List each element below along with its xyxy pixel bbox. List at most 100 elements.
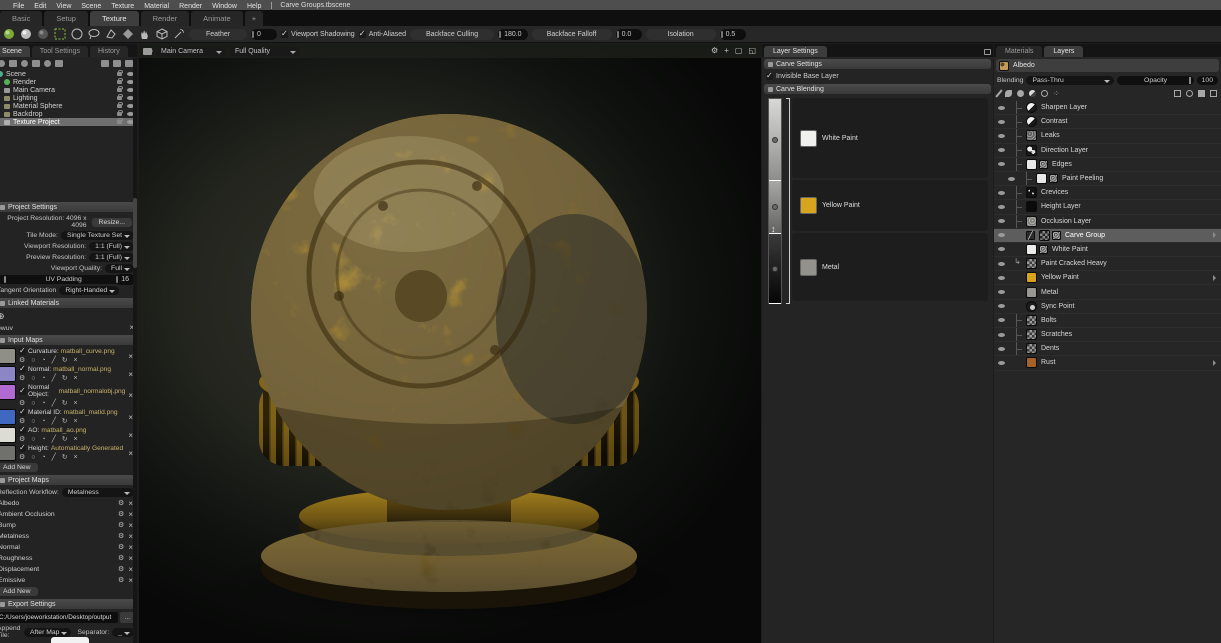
invisible-base-layer-checkbox[interactable]: Invisible Base Layer: [766, 73, 839, 80]
project-map-row[interactable]: Bump ⚙ ×: [0, 520, 137, 531]
input-maps-header[interactable]: Input Maps: [0, 335, 135, 345]
layer-row[interactable]: Dents: [994, 342, 1221, 356]
map-settings-gear-icon[interactable]: ⚙: [118, 500, 124, 507]
menu-item[interactable]: Material: [139, 3, 174, 10]
lock-icon[interactable]: [117, 112, 122, 116]
panel-tab[interactable]: Materials: [996, 46, 1042, 57]
layer-options-arrow[interactable]: [1213, 232, 1219, 238]
scene-tree-row[interactable]: Lighting: [0, 94, 137, 102]
map-tools[interactable]: ⚙ ○ ◔ ╱ ↻ ×: [19, 375, 80, 382]
project-map-row[interactable]: Emissive ⚙ ×: [0, 575, 137, 586]
map-tools[interactable]: ⚙ ○ ◔ ╱ ↻ ×: [19, 400, 80, 407]
scene-tree-row[interactable]: Texture Project: [0, 118, 137, 126]
map-settings-gear-icon[interactable]: ⚙: [118, 511, 124, 518]
add-light-icon[interactable]: [9, 60, 17, 67]
menu-item[interactable]: Texture: [106, 3, 139, 10]
layer-row[interactable]: Bolts: [994, 314, 1221, 328]
menu-item[interactable]: Edit: [29, 3, 51, 10]
linked-materials-header[interactable]: Linked Materials: [0, 298, 135, 308]
slider-handle[interactable]: [4, 276, 6, 283]
uv-padding-slider[interactable]: UV Padding 16: [0, 275, 135, 284]
linked-material-name[interactable]: owuv: [0, 325, 13, 332]
visibility-eye-icon[interactable]: [998, 318, 1005, 322]
layer-thumbnail[interactable]: [1026, 187, 1037, 198]
layer-thumbnail[interactable]: [1026, 315, 1037, 326]
layer-thumbnail[interactable]: [1026, 329, 1037, 340]
layer-row[interactable]: Leaks: [994, 129, 1221, 143]
eraser-icon[interactable]: [1005, 90, 1012, 97]
lock-icon[interactable]: [117, 104, 122, 108]
setting-dropdown[interactable]: 1:1 (Full): [89, 242, 134, 251]
viewport-popout-icon[interactable]: ◱: [747, 47, 757, 55]
layer-thumbnail[interactable]: [1026, 116, 1037, 127]
add-object-icon[interactable]: [0, 60, 5, 67]
project-map-row[interactable]: Albedo ⚙ ×: [0, 498, 137, 509]
pan-hand-icon[interactable]: [138, 28, 151, 41]
project-map-row[interactable]: Roughness ⚙ ×: [0, 553, 137, 564]
blend-layer-swatch[interactable]: [800, 130, 817, 147]
layer-row[interactable]: Occlusion Layer: [994, 215, 1221, 229]
blend-layer-row[interactable]: Metal: [792, 233, 988, 301]
slider-handle[interactable]: [1189, 77, 1191, 84]
blend-strip-segment[interactable]: [769, 99, 781, 181]
adjustment-icon[interactable]: [1029, 90, 1036, 97]
visibility-eye-icon[interactable]: [998, 120, 1005, 124]
layer-thumbnail[interactable]: [1026, 287, 1037, 298]
project-settings-header[interactable]: Project Settings: [0, 202, 135, 212]
scene-tree-row[interactable]: Main Camera: [0, 86, 137, 94]
map-settings-gear-icon[interactable]: ⚙: [118, 522, 124, 529]
layer-thumbnail[interactable]: [1026, 357, 1037, 368]
add-backdrop-icon[interactable]: [32, 60, 40, 67]
layer-row[interactable]: Edges: [994, 158, 1221, 172]
camera-select[interactable]: Main Camera: [156, 47, 226, 56]
menu-item[interactable]: Scene: [76, 3, 106, 10]
visibility-eye-icon[interactable]: [998, 333, 1005, 337]
project-map-row[interactable]: Ambient Occlusion ⚙ ×: [0, 509, 137, 520]
visibility-eye-icon[interactable]: [998, 205, 1005, 209]
layer-row[interactable]: Paint Cracked Heavy: [994, 257, 1221, 271]
material-sphere-dark-icon[interactable]: [36, 28, 49, 41]
workspace-tab[interactable]: +: [245, 11, 263, 26]
layer-row[interactable]: Metal: [994, 285, 1221, 299]
visibility-eye-icon[interactable]: [998, 276, 1005, 280]
add-input-map-button[interactable]: Add New: [0, 463, 38, 472]
panel-tab[interactable]: Layers: [1044, 46, 1083, 57]
layer-row[interactable]: Contrast: [994, 115, 1221, 129]
layer-thumbnail[interactable]: [1026, 216, 1037, 227]
carve-blending-header[interactable]: Carve Blending: [764, 84, 991, 94]
add-shadow-icon[interactable]: [55, 60, 63, 67]
layer-row[interactable]: Scratches: [994, 328, 1221, 342]
facet-select-icon[interactable]: [121, 28, 134, 41]
lock-icon[interactable]: [117, 96, 122, 100]
workspace-tab[interactable]: Texture: [90, 11, 139, 26]
visibility-eye-icon[interactable]: [998, 262, 1005, 266]
viewport-shadowing-checkbox[interactable]: Viewport Shadowing: [281, 31, 355, 38]
visibility-eye-icon[interactable]: [998, 106, 1005, 110]
procedural-icon[interactable]: [1041, 90, 1048, 97]
panel-tab[interactable]: Scene: [0, 46, 30, 57]
material-sphere-icon[interactable]: [2, 28, 15, 41]
scene-tree-row[interactable]: Render: [0, 78, 137, 86]
blend-gradient-strip[interactable]: [768, 98, 782, 304]
blend-layer-swatch[interactable]: [800, 259, 817, 276]
visibility-eye-icon[interactable]: [998, 290, 1005, 294]
add-project-map-button[interactable]: Add New: [0, 587, 38, 596]
delete-icon[interactable]: [125, 60, 133, 67]
visibility-eye-icon[interactable]: [998, 233, 1005, 237]
isolation-value[interactable]: 0.5: [720, 29, 746, 40]
backface-culling-value[interactable]: 180.0: [498, 29, 528, 40]
workspace-tab[interactable]: Basic: [0, 11, 42, 26]
map-settings-gear-icon[interactable]: ⚙: [118, 533, 124, 540]
viewport-3d[interactable]: Main Camera Full Quality ⚙ + ▢ ◱: [139, 44, 761, 643]
visibility-eye-icon[interactable]: [998, 347, 1005, 351]
cube-select-icon[interactable]: [155, 28, 168, 41]
setting-dropdown[interactable]: 1:1 (Full): [89, 253, 134, 262]
workspace-tab[interactable]: Animate: [191, 11, 243, 26]
layer-mask-thumbnail[interactable]: [1039, 160, 1048, 169]
checkbox-icon[interactable]: [19, 409, 26, 416]
rect-select-icon[interactable]: [53, 28, 66, 41]
map-settings-gear-icon[interactable]: ⚙: [118, 544, 124, 551]
project-map-row[interactable]: Normal ⚙ ×: [0, 542, 137, 553]
workspace-tab[interactable]: Setup: [44, 11, 88, 26]
map-settings-gear-icon[interactable]: ⚙: [118, 566, 124, 573]
